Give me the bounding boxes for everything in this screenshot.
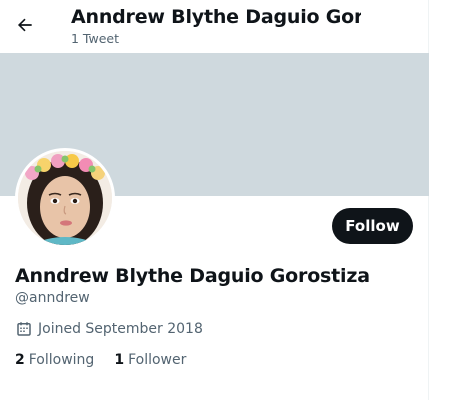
- following-count: 2: [15, 352, 25, 368]
- joined-date: Joined September 2018: [15, 320, 203, 338]
- calendar-icon: [17, 322, 31, 336]
- followers-link[interactable]: 1 Follower: [114, 352, 186, 368]
- follow-button[interactable]: Follow: [332, 208, 413, 244]
- followers-count: 1: [114, 352, 125, 368]
- display-name: Anndrew Blythe Daguio Gorostiza: [15, 265, 370, 287]
- arrow-left-icon: [17, 18, 32, 32]
- tweet-count: 1 Tweet: [71, 31, 119, 46]
- profile-column: Anndrew Blythe Daguio Gor... 1 Tweet Fol…: [0, 0, 429, 400]
- following-link[interactable]: 2 Following: [15, 352, 94, 368]
- followers-label: Follower: [128, 352, 187, 368]
- user-handle: @anndrew: [15, 290, 90, 306]
- profile-header-bar: Anndrew Blythe Daguio Gor... 1 Tweet: [0, 0, 429, 53]
- avatar-image: [18, 151, 112, 245]
- header-title: Anndrew Blythe Daguio Gor...: [71, 6, 361, 28]
- following-label: Following: [28, 352, 95, 368]
- follow-stats: 2 Following 1 Follower: [15, 352, 186, 368]
- back-button[interactable]: [8, 8, 42, 42]
- avatar[interactable]: [15, 148, 115, 248]
- joined-text: Joined September 2018: [38, 321, 203, 337]
